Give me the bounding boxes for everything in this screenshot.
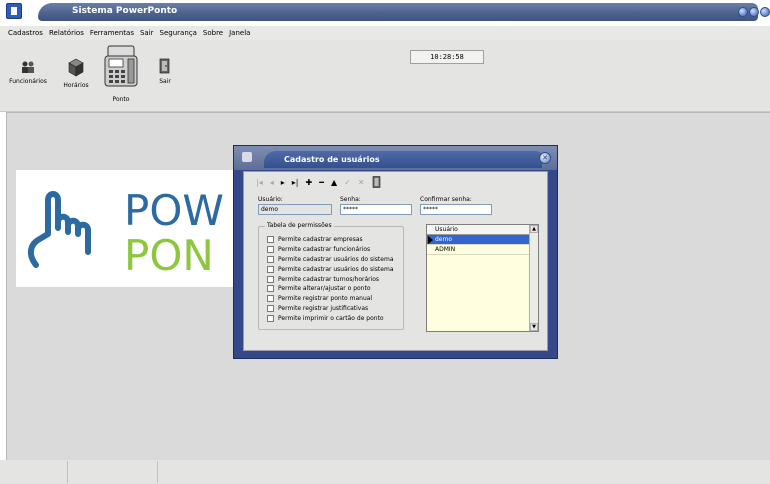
clock-display: 10:28:58 xyxy=(410,50,484,64)
dialog-close-button[interactable]: ✕ xyxy=(539,152,551,164)
status-cell-2 xyxy=(68,461,158,483)
permissoes-group: Tabela de permissões Permite cadastrar e… xyxy=(258,222,404,330)
horarios-label: Horários xyxy=(63,82,89,89)
app-icon[interactable] xyxy=(6,3,22,19)
checkbox[interactable] xyxy=(267,295,274,303)
edit-record-icon[interactable]: ▲ xyxy=(331,178,337,187)
grid-scrollbar[interactable]: ▲ ▼ xyxy=(529,225,538,331)
perm-cadastrar-usuarios-1[interactable]: Permite cadastrar usuários do sistema xyxy=(267,255,394,265)
sair-button[interactable]: Sair xyxy=(154,58,176,85)
confirmar-senha-field[interactable]: ***** xyxy=(420,204,492,215)
confirmar-senha-label: Confirmar senha: xyxy=(420,196,472,203)
checkbox[interactable] xyxy=(267,246,274,254)
funcionarios-button[interactable]: Funcionários xyxy=(8,60,48,85)
permissoes-title: Tabela de permissões xyxy=(265,222,334,229)
perm-justificativas[interactable]: Permite registrar justificativas xyxy=(267,304,394,314)
checkbox[interactable] xyxy=(267,275,274,283)
dialog-app-icon[interactable] xyxy=(242,152,252,162)
minimize-icon[interactable] xyxy=(738,7,748,17)
horarios-button[interactable]: Horários xyxy=(60,58,92,89)
cadastro-usuarios-dialog: Cadastro de usuários ✕ |◂ ◂ ▸ ▸| ✚ ━ ▲ ✓… xyxy=(233,145,558,359)
menu-sobre[interactable]: Sobre xyxy=(203,29,223,37)
exit-door-icon[interactable] xyxy=(372,176,382,188)
people-icon xyxy=(22,61,34,73)
menu-relatorios[interactable]: Relatórios xyxy=(49,29,84,37)
grid-header-usuario[interactable]: Usuário xyxy=(427,225,530,235)
usuario-label: Usuário: xyxy=(258,196,283,203)
logo-text-line2: PON xyxy=(124,231,214,280)
first-record-icon[interactable]: |◂ xyxy=(256,178,263,187)
cancel-record-icon[interactable]: ✕ xyxy=(358,178,365,187)
scroll-down-icon[interactable]: ▼ xyxy=(530,323,538,331)
maximize-icon[interactable] xyxy=(749,7,759,17)
title-tab: Sistema PowerPonto xyxy=(38,3,758,21)
checkbox[interactable] xyxy=(267,314,274,322)
checkbox[interactable] xyxy=(267,304,274,312)
menu-bar: Cadastros Relatórios Ferramentas Sair Se… xyxy=(0,26,770,40)
senha-field[interactable]: ***** xyxy=(340,204,412,215)
table-row[interactable]: ADMIN xyxy=(427,245,530,255)
users-grid[interactable]: Usuário demo ADMIN ▲ ▼ xyxy=(426,224,539,332)
checkbox[interactable] xyxy=(267,236,274,244)
menu-ferramentas[interactable]: Ferramentas xyxy=(90,29,134,37)
perm-cadastrar-funcionarios[interactable]: Permite cadastrar funcionários xyxy=(267,245,394,255)
status-cell-3 xyxy=(158,461,758,483)
usuario-field[interactable]: demo xyxy=(258,204,332,215)
hand-pointer-icon: POW PON xyxy=(28,186,224,280)
post-record-icon[interactable]: ✓ xyxy=(344,178,351,187)
funcionarios-label: Funcionários xyxy=(9,78,47,85)
ponto-label: Ponto xyxy=(112,96,130,103)
checkbox[interactable] xyxy=(267,255,274,263)
dialog-body: |◂ ◂ ▸ ▸| ✚ ━ ▲ ✓ ✕ Usuário: demo Senha:… xyxy=(243,171,548,351)
ponto-button[interactable]: Ponto xyxy=(102,44,140,103)
scroll-up-icon[interactable]: ▲ xyxy=(530,225,538,233)
menu-janela[interactable]: Janela xyxy=(229,29,250,37)
table-row[interactable]: demo xyxy=(427,235,530,245)
checkbox[interactable] xyxy=(267,285,274,293)
logo-text-line1: POW xyxy=(124,186,224,235)
perm-cadastrar-turnos[interactable]: Permite cadastrar turnos/horários xyxy=(267,274,394,284)
status-cell-1 xyxy=(0,461,68,483)
time-clock-icon xyxy=(104,45,138,87)
menu-sair[interactable]: Sair xyxy=(140,29,154,37)
perm-ponto-manual[interactable]: Permite registrar ponto manual xyxy=(267,294,394,304)
row-indicator-icon xyxy=(428,236,433,244)
dialog-title-bar: Cadastro de usuários ✕ xyxy=(234,146,557,170)
prior-record-icon[interactable]: ◂ xyxy=(270,178,274,187)
toolbar: Funcionários Horários Ponto Sair 10:28:5… xyxy=(0,40,770,112)
window-controls xyxy=(738,2,770,22)
delete-record-icon[interactable]: ━ xyxy=(319,178,324,187)
dialog-title: Cadastro de usuários xyxy=(284,155,380,164)
perm-alterar-ponto[interactable]: Permite alterar/ajustar o ponto xyxy=(267,284,394,294)
perm-cadastrar-empresas[interactable]: Permite cadastrar empresas xyxy=(267,235,394,245)
close-icon[interactable] xyxy=(760,7,770,17)
next-record-icon[interactable]: ▸ xyxy=(281,178,285,187)
exit-door-icon xyxy=(159,58,170,74)
sair-label: Sair xyxy=(159,78,171,85)
cubes-icon xyxy=(68,58,84,77)
window-title: Sistema PowerPonto xyxy=(72,6,178,16)
last-record-icon[interactable]: ▸| xyxy=(292,178,299,187)
perm-imprimir-cartao[interactable]: Permite imprimir o cartão de ponto xyxy=(267,313,394,323)
navigator-toolbar: |◂ ◂ ▸ ▸| ✚ ━ ▲ ✓ ✕ xyxy=(256,176,382,188)
menu-cadastros[interactable]: Cadastros xyxy=(8,29,43,37)
menu-seguranca[interactable]: Segurança xyxy=(160,29,197,37)
insert-record-icon[interactable]: ✚ xyxy=(305,178,312,187)
checkbox[interactable] xyxy=(267,265,274,273)
title-bar: Sistema PowerPonto xyxy=(0,0,770,26)
powerponto-logo: POW PON xyxy=(16,170,241,287)
senha-label: Senha: xyxy=(340,196,361,203)
perm-cadastrar-usuarios-2[interactable]: Permite cadastrar usuários do sistema xyxy=(267,264,394,274)
status-bar xyxy=(0,460,770,484)
